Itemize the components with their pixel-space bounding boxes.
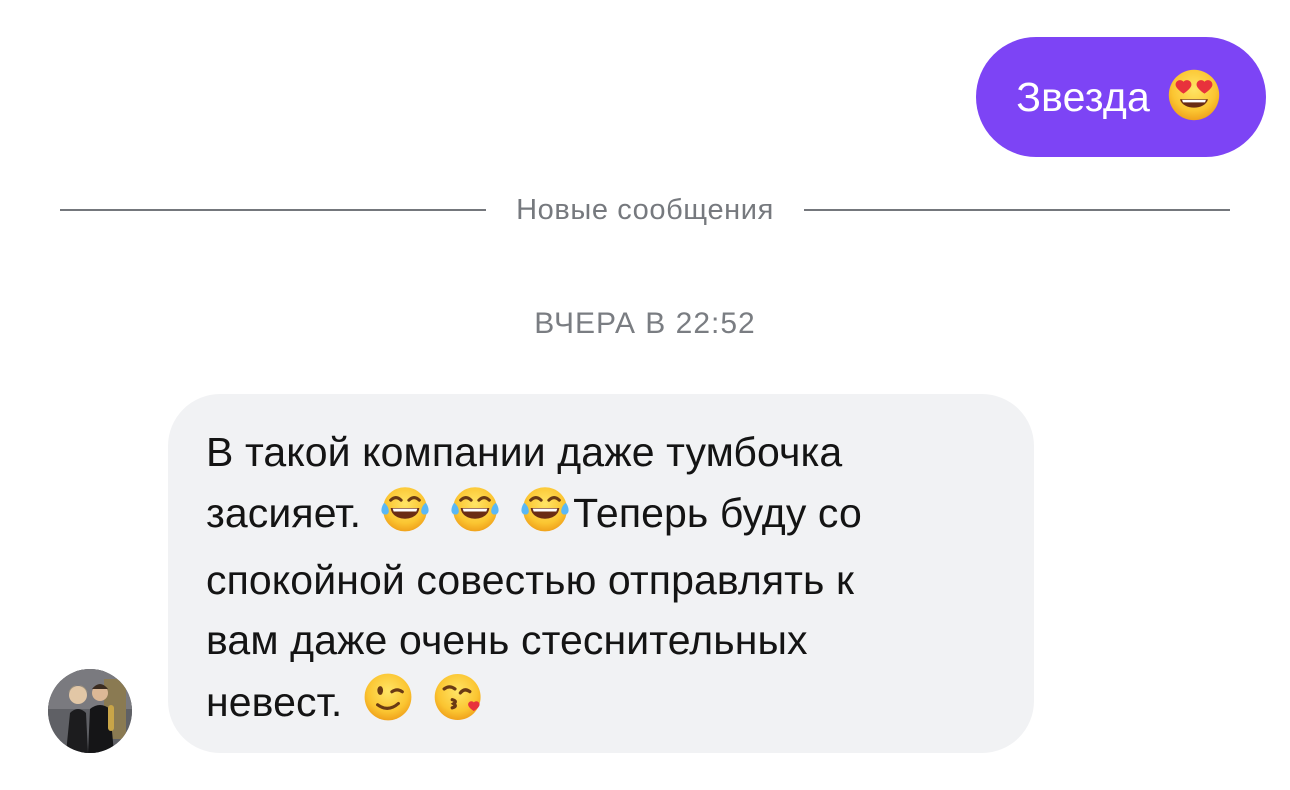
chat-thread: Звезда Новые сообщения ВЧЕРА В 22:52 В т…	[0, 0, 1290, 790]
divider-line-right	[803, 209, 1230, 211]
tears-of-joy-emoji-icon	[519, 482, 571, 550]
message-line: засияет. Теперь буду со	[206, 482, 1004, 550]
message-fragment: невест.	[206, 678, 343, 725]
date-stamp: ВЧЕРА В 22:52	[534, 307, 756, 340]
tears-of-joy-emoji-icon	[379, 482, 431, 550]
new-messages-label: Новые сообщения	[516, 193, 774, 226]
divider-line-left	[60, 209, 487, 211]
message-fragment: Теперь буду со	[573, 489, 862, 536]
message-line: спокойной совестью отправлять к	[206, 557, 855, 603]
message-line: В такой компании даже тумбочка	[206, 429, 843, 475]
heart-eyes-emoji-icon	[1166, 67, 1222, 128]
message-fragment: засияет.	[206, 489, 362, 536]
message-line: невест.	[206, 670, 1004, 740]
kissing-heart-emoji-icon	[432, 670, 486, 740]
incoming-message-text: В такой компании даже тумбочка засияет. Т…	[206, 422, 1004, 740]
winking-face-emoji-icon	[362, 671, 414, 739]
outgoing-message-text: Звезда	[1016, 73, 1150, 120]
message-line: вам даже очень стеснительных	[206, 617, 808, 663]
outgoing-message-bubble[interactable]: Звезда	[976, 37, 1266, 157]
avatar-photo-icon	[48, 669, 132, 753]
incoming-message-bubble[interactable]: В такой компании даже тумбочка засияет. Т…	[168, 394, 1034, 753]
sender-avatar[interactable]	[48, 669, 132, 753]
tears-of-joy-emoji-icon	[449, 482, 501, 550]
new-messages-divider: Новые сообщения	[60, 180, 1230, 240]
